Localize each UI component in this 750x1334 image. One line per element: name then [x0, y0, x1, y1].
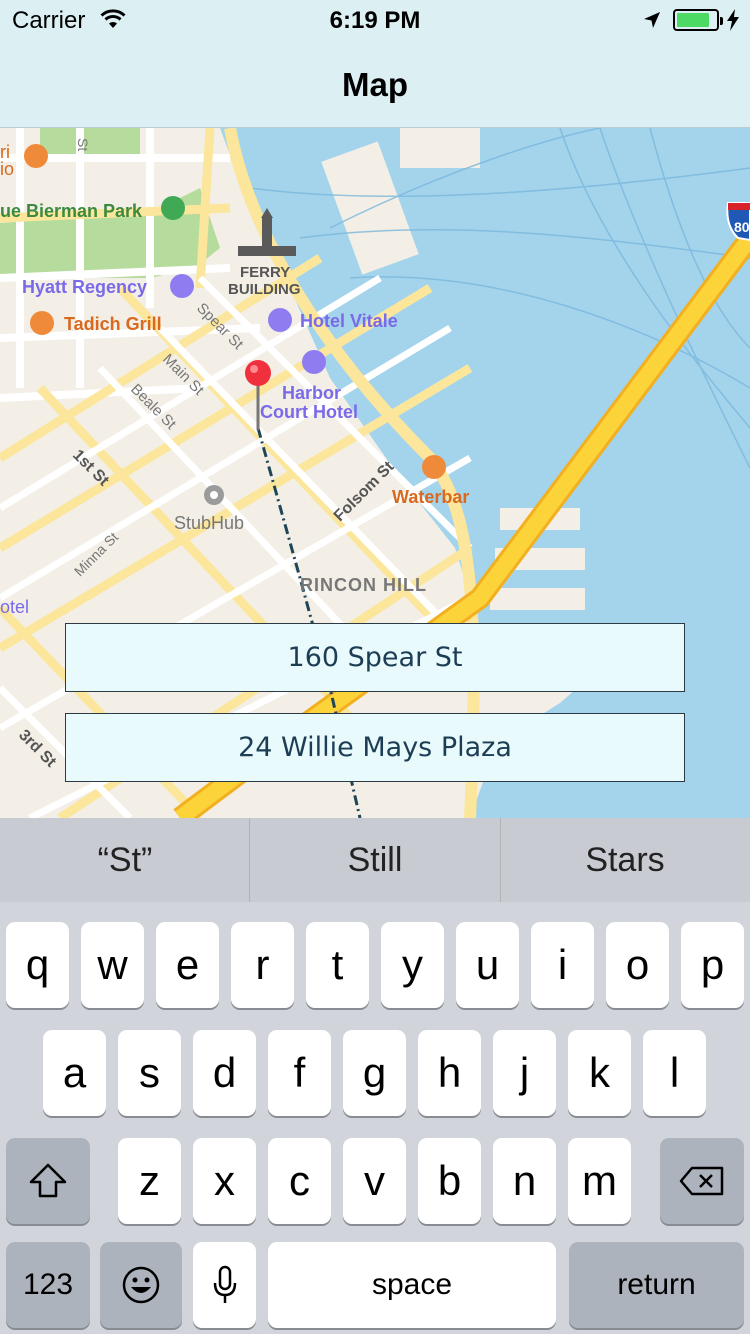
space-key[interactable]: space — [268, 1242, 556, 1328]
svg-text:St: St — [75, 138, 91, 151]
clock-label: 6:19 PM — [329, 7, 421, 34]
key-d[interactable]: d — [193, 1030, 256, 1116]
suggestion-item[interactable]: Still — [250, 818, 500, 902]
hotel-icon — [268, 308, 292, 332]
key-o[interactable]: o — [606, 922, 669, 1008]
key-j[interactable]: j — [493, 1030, 556, 1116]
suggestion-bar: “St” Still Stars — [0, 818, 750, 902]
map-view[interactable]: 80 ri io ue Bierman Park Hyatt Regency T… — [0, 128, 750, 818]
key-i[interactable]: i — [531, 922, 594, 1008]
key-k[interactable]: k — [568, 1030, 631, 1116]
key-y[interactable]: y — [381, 922, 444, 1008]
svg-text:Hyatt Regency: Hyatt Regency — [22, 277, 147, 297]
svg-text:FERRY: FERRY — [240, 264, 290, 281]
svg-text:Harbor: Harbor — [282, 383, 341, 403]
key-t[interactable]: t — [306, 922, 369, 1008]
svg-text:RINCON HILL: RINCON HILL — [300, 575, 427, 595]
page-title: Map — [342, 66, 408, 103]
location-arrow-icon — [644, 12, 660, 28]
suggestion-item[interactable]: Stars — [500, 818, 750, 902]
key-q[interactable]: q — [6, 922, 69, 1008]
key-p[interactable]: p — [681, 922, 744, 1008]
key-e[interactable]: e — [156, 922, 219, 1008]
restaurant-icon — [24, 144, 48, 168]
backspace-icon — [679, 1166, 724, 1196]
battery-level — [677, 13, 709, 27]
key-n[interactable]: n — [493, 1138, 556, 1224]
key-l[interactable]: l — [643, 1030, 706, 1116]
key-w[interactable]: w — [81, 922, 144, 1008]
park-icon — [161, 196, 185, 220]
emoji-icon — [122, 1266, 160, 1304]
restaurant-icon — [422, 455, 446, 479]
emoji-key[interactable] — [100, 1242, 182, 1328]
key-u[interactable]: u — [456, 922, 519, 1008]
svg-text:io: io — [0, 159, 14, 179]
charging-bolt-icon — [727, 9, 739, 31]
svg-text:ue Bierman Park: ue Bierman Park — [0, 201, 143, 221]
status-bar: Carrier 6:19 PM — [0, 0, 750, 40]
restaurant-icon — [30, 311, 54, 335]
delete-key[interactable] — [660, 1138, 744, 1224]
suggestion-item[interactable]: “St” — [0, 818, 250, 902]
destination-address-field[interactable]: 24 Willie Mays Plaza — [65, 713, 685, 782]
key-v[interactable]: v — [343, 1138, 406, 1224]
svg-text:Waterbar: Waterbar — [392, 487, 469, 507]
svg-text:Tadich Grill: Tadich Grill — [64, 314, 162, 334]
svg-text:Court Hotel: Court Hotel — [260, 402, 358, 422]
hotel-icon — [170, 274, 194, 298]
microphone-icon — [213, 1265, 236, 1303]
svg-text:BUILDING: BUILDING — [228, 281, 301, 298]
svg-text:otel: otel — [0, 597, 29, 617]
return-key[interactable]: return — [569, 1242, 744, 1328]
svg-text:Hotel Vitale: Hotel Vitale — [300, 311, 398, 331]
svg-text:StubHub: StubHub — [174, 513, 244, 533]
svg-text:3rd St: 3rd St — [15, 727, 60, 772]
origin-address-field[interactable]: 160 Spear St — [65, 623, 685, 692]
key-m[interactable]: m — [568, 1138, 631, 1224]
key-r[interactable]: r — [231, 922, 294, 1008]
navigation-bar: Carrier 6:19 PM Map — [0, 0, 750, 128]
key-z[interactable]: z — [118, 1138, 181, 1224]
battery-icon — [673, 9, 723, 31]
keyboard: “St” Still Stars q w e r t y u i o p a s… — [0, 818, 750, 1334]
numbers-key[interactable]: 123 — [6, 1242, 90, 1328]
hotel-icon — [302, 350, 326, 374]
shift-key[interactable] — [6, 1138, 90, 1224]
key-x[interactable]: x — [193, 1138, 256, 1224]
key-h[interactable]: h — [418, 1030, 481, 1116]
key-f[interactable]: f — [268, 1030, 331, 1116]
svg-text:80: 80 — [734, 219, 750, 235]
key-g[interactable]: g — [343, 1030, 406, 1116]
key-s[interactable]: s — [118, 1030, 181, 1116]
key-a[interactable]: a — [43, 1030, 106, 1116]
key-b[interactable]: b — [418, 1138, 481, 1224]
dictation-key[interactable] — [193, 1242, 256, 1328]
key-c[interactable]: c — [268, 1138, 331, 1224]
shift-icon — [29, 1163, 67, 1198]
